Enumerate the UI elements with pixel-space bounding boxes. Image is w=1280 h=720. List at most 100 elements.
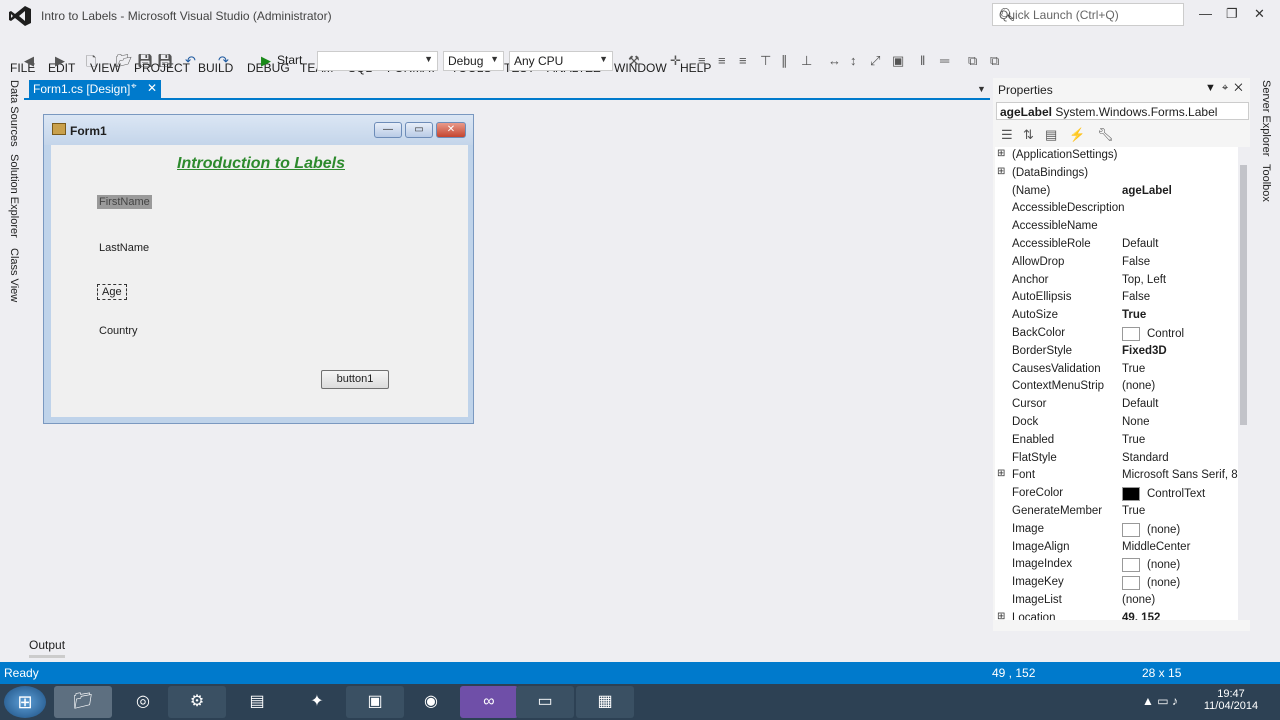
- property-row[interactable]: ContextMenuStrip (none): [995, 378, 1238, 396]
- expand-icon[interactable]: ⊞: [997, 468, 1005, 479]
- align-tops-icon[interactable]: ⊤: [760, 53, 771, 69]
- properties-icon[interactable]: ▤: [1045, 127, 1057, 143]
- property-row[interactable]: BorderStyle Fixed3D: [995, 343, 1238, 361]
- new-project-icon[interactable]: 🗋︎: [86, 53, 96, 75]
- form-maximize-button[interactable]: ▭: [405, 122, 433, 138]
- platform-combo[interactable]: Any CPU ▼: [509, 51, 613, 71]
- property-value[interactable]: (none): [1122, 380, 1155, 392]
- intro-label[interactable]: Introduction to Labels: [177, 155, 345, 173]
- align-rights-icon[interactable]: ≡: [739, 53, 747, 68]
- property-row[interactable]: ⊞ (DataBindings): [995, 165, 1238, 183]
- send-to-back-icon[interactable]: ⧉: [990, 53, 999, 69]
- property-row[interactable]: Enabled True: [995, 432, 1238, 450]
- visual-studio-taskbar-icon[interactable]: ∞: [460, 686, 518, 718]
- find-icon[interactable]: ⚒: [628, 53, 640, 69]
- bring-to-front-icon[interactable]: ⧉: [968, 53, 977, 69]
- property-value[interactable]: True: [1122, 363, 1145, 375]
- property-value[interactable]: Standard: [1122, 452, 1169, 464]
- save-all-icon[interactable]: 💾︎: [157, 53, 174, 69]
- property-row[interactable]: (Name) ageLabel: [995, 183, 1238, 201]
- expand-icon[interactable]: ⊞: [997, 166, 1005, 177]
- property-row[interactable]: Cursor Default: [995, 396, 1238, 414]
- property-value[interactable]: MiddleCenter: [1122, 541, 1190, 553]
- minimize-button[interactable]: —: [1199, 6, 1212, 21]
- property-value[interactable]: (none): [1122, 576, 1180, 591]
- make-same-height-icon[interactable]: ↕: [850, 53, 857, 68]
- window-icon[interactable]: ▭: [516, 686, 574, 718]
- clock[interactable]: 19:47 11/04/2014: [1195, 688, 1267, 712]
- property-value[interactable]: 49, 152: [1122, 612, 1160, 620]
- explorer-icon[interactable]: 📁︎: [54, 686, 112, 718]
- tab-output[interactable]: Output: [29, 638, 65, 652]
- form-close-button[interactable]: ✕: [436, 122, 466, 138]
- property-row[interactable]: FlatStyle Standard: [995, 450, 1238, 468]
- align-centers-icon[interactable]: ≡: [718, 53, 726, 68]
- property-row[interactable]: ImageIndex (none): [995, 556, 1238, 574]
- align-grid-icon[interactable]: ✛: [670, 53, 681, 69]
- property-value[interactable]: True: [1122, 309, 1146, 321]
- property-row[interactable]: Image (none): [995, 521, 1238, 539]
- redo-icon[interactable]: ↷: [218, 53, 229, 69]
- properties-window-controls[interactable]: ▼ ⌖ ✕: [1205, 82, 1243, 95]
- property-value[interactable]: ControlText: [1122, 487, 1205, 502]
- windows-start-icon[interactable]: ⊞: [4, 686, 46, 718]
- size-to-grid-icon[interactable]: ▣: [892, 53, 904, 69]
- scrollbar-thumb[interactable]: [1240, 165, 1247, 425]
- start-icon[interactable]: ▶: [261, 53, 271, 69]
- maximize-button[interactable]: ❐: [1226, 6, 1238, 22]
- property-row[interactable]: ForeColor ControlText: [995, 485, 1238, 503]
- property-value[interactable]: False: [1122, 256, 1150, 268]
- expand-icon[interactable]: ⊞: [997, 148, 1005, 159]
- last-name-label[interactable]: LastName: [99, 242, 149, 254]
- property-value[interactable]: Default: [1122, 238, 1158, 250]
- property-value[interactable]: Default: [1122, 398, 1158, 410]
- property-value[interactable]: False: [1122, 291, 1150, 303]
- property-row[interactable]: AllowDrop False: [995, 254, 1238, 272]
- paint-icon[interactable]: ▦: [576, 686, 634, 718]
- form-caption-bar[interactable]: Form1 ― ▭ ✕: [44, 115, 473, 145]
- property-value[interactable]: True: [1122, 505, 1145, 517]
- property-row[interactable]: GenerateMember True: [995, 503, 1238, 521]
- undo-icon[interactable]: ↶: [185, 53, 196, 69]
- chrome-icon[interactable]: ◎: [114, 686, 172, 718]
- form-client-area[interactable]: Introduction to Labels FirstName LastNam…: [51, 145, 468, 417]
- unity-icon[interactable]: ✦: [288, 686, 346, 718]
- tab-solution-explorer[interactable]: Solution Explorer: [8, 154, 20, 238]
- forward-icon[interactable]: ▶: [55, 53, 65, 69]
- property-row[interactable]: AutoEllipsis False: [995, 289, 1238, 307]
- start-button[interactable]: Start: [277, 53, 302, 67]
- property-row[interactable]: AutoSize True: [995, 307, 1238, 325]
- property-row[interactable]: BackColor Control: [995, 325, 1238, 343]
- property-row[interactable]: ImageAlign MiddleCenter: [995, 539, 1238, 557]
- document-icon[interactable]: ▤: [228, 686, 286, 718]
- align-bottoms-icon[interactable]: ⊥: [801, 53, 812, 69]
- categorized-icon[interactable]: ☰: [1001, 127, 1013, 143]
- close-button[interactable]: ✕: [1254, 6, 1265, 22]
- first-name-label[interactable]: FirstName: [97, 195, 152, 209]
- horizontal-spacing-icon[interactable]: ‖: [920, 53, 925, 68]
- vertical-spacing-icon[interactable]: ═: [940, 53, 949, 68]
- tab-class-view[interactable]: Class View: [8, 248, 20, 302]
- property-value[interactable]: Top, Left: [1122, 274, 1166, 286]
- open-file-icon[interactable]: 📂︎: [116, 53, 133, 69]
- button1[interactable]: button1: [321, 370, 389, 389]
- back-icon[interactable]: ◀: [24, 53, 34, 69]
- make-same-width-icon[interactable]: ↔: [828, 53, 841, 68]
- property-row[interactable]: AccessibleDescription: [995, 200, 1238, 218]
- target-combo[interactable]: ▼: [317, 51, 438, 71]
- property-row[interactable]: Dock None: [995, 414, 1238, 432]
- property-grid[interactable]: ⊞ (ApplicationSettings) ⊞ (DataBindings) (Na…: [995, 147, 1238, 620]
- tray-icons[interactable]: ▲ ▭ ♪: [1142, 694, 1178, 708]
- pin-icon[interactable]: ⌖: [131, 81, 137, 92]
- form1-window[interactable]: Form1 ― ▭ ✕ Introduction to Labels First…: [43, 114, 474, 424]
- property-value[interactable]: None: [1122, 416, 1150, 428]
- make-same-size-icon[interactable]: ⤢: [870, 53, 880, 69]
- tab-server-explorer[interactable]: Server Explorer: [1260, 80, 1272, 156]
- property-value[interactable]: (none): [1122, 558, 1180, 573]
- property-value[interactable]: (none): [1122, 594, 1155, 606]
- align-lefts-icon[interactable]: ≡: [698, 53, 706, 68]
- property-row[interactable]: CausesValidation True: [995, 361, 1238, 379]
- property-row[interactable]: ImageKey (none): [995, 574, 1238, 592]
- search-icon[interactable]: 🔍︎: [999, 7, 1178, 23]
- property-value[interactable]: Microsoft Sans Serif, 8.2: [1122, 469, 1238, 481]
